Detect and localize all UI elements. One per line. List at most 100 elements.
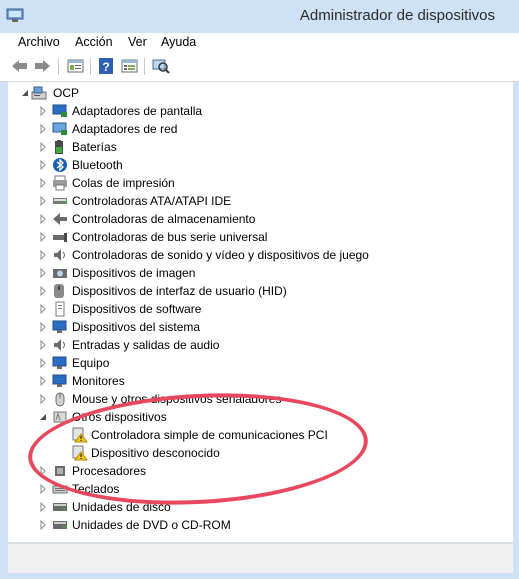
- tree-item-label: Unidades de DVD o CD-ROM: [72, 518, 231, 532]
- tree-child-item[interactable]: Dispositivo desconocido: [8, 444, 508, 462]
- audio-io-icon: [52, 337, 68, 353]
- title-bar[interactable]: Administrador de dispositivos: [0, 0, 519, 33]
- camera-icon: [52, 265, 68, 281]
- tree-item-label: Dispositivos del sistema: [72, 320, 201, 334]
- menu-bar: Archivo Acción Ver Ayuda: [0, 33, 519, 52]
- tree-item-label: Dispositivos de imagen: [72, 266, 196, 280]
- expand-arrow-icon[interactable]: [38, 174, 48, 192]
- tree-item[interactable]: Teclados: [8, 480, 508, 498]
- device-manager-app-icon: [6, 7, 24, 23]
- tree-item-label: Bluetooth: [72, 158, 123, 172]
- system-device-icon: [52, 319, 68, 335]
- expand-arrow-icon[interactable]: [38, 282, 48, 300]
- expand-arrow-icon[interactable]: [38, 228, 48, 246]
- expand-arrow-icon[interactable]: [38, 372, 48, 390]
- expand-arrow-icon[interactable]: [38, 120, 48, 138]
- expand-arrow-icon[interactable]: [38, 462, 48, 480]
- tree-root[interactable]: OCP: [8, 84, 508, 102]
- tree-item[interactable]: Controladoras de sonido y vídeo y dispos…: [8, 246, 508, 264]
- tree-item[interactable]: Controladoras de almacenamiento: [8, 210, 508, 228]
- collapse-arrow-icon[interactable]: [20, 84, 30, 102]
- menu-archivo[interactable]: Archivo: [18, 35, 60, 49]
- tree-item[interactable]: Dispositivos de software: [8, 300, 508, 318]
- tree-item[interactable]: Entradas y salidas de audio: [8, 336, 508, 354]
- tree-item-label: Controladoras de almacenamiento: [72, 212, 256, 226]
- tree-item[interactable]: Dispositivos del sistema: [8, 318, 508, 336]
- expand-arrow-icon[interactable]: [38, 156, 48, 174]
- monitor-icon: [52, 373, 68, 389]
- hid-icon: [52, 283, 68, 299]
- display-adapter-icon: [52, 103, 68, 119]
- tree-item-label: Otros dispositivos: [72, 410, 167, 424]
- expand-arrow-icon[interactable]: [38, 300, 48, 318]
- tree-item[interactable]: Adaptadores de pantalla: [8, 102, 508, 120]
- expand-arrow-icon[interactable]: [38, 264, 48, 282]
- tree-item[interactable]: Controladoras ATA/ATAPI IDE: [8, 192, 508, 210]
- tree-child-label: Dispositivo desconocido: [91, 446, 220, 460]
- expand-arrow-icon[interactable]: [38, 210, 48, 228]
- expand-arrow-icon[interactable]: [38, 336, 48, 354]
- expand-arrow-icon[interactable]: [38, 138, 48, 156]
- tree-item[interactable]: Dispositivos de interfaz de usuario (HID…: [8, 282, 508, 300]
- tree-item-label: Teclados: [72, 482, 120, 496]
- tree-item[interactable]: Baterías: [8, 138, 508, 156]
- tree-item[interactable]: Procesadores: [8, 462, 508, 480]
- expand-arrow-icon[interactable]: [38, 102, 48, 120]
- view-icon[interactable]: [120, 57, 139, 75]
- tree-item[interactable]: Unidades de disco: [8, 498, 508, 516]
- tree-item[interactable]: Adaptadores de red: [8, 120, 508, 138]
- software-device-icon: [52, 301, 68, 317]
- help-icon[interactable]: ?: [97, 57, 116, 75]
- expand-arrow-icon[interactable]: [38, 318, 48, 336]
- back-icon[interactable]: [10, 57, 29, 75]
- expand-arrow-icon[interactable]: [38, 480, 48, 498]
- forward-icon[interactable]: [33, 57, 52, 75]
- printer-icon: [52, 175, 68, 191]
- tree-item[interactable]: Colas de impresión: [8, 174, 508, 192]
- menu-accion[interactable]: Acción: [75, 35, 113, 49]
- collapse-arrow-icon[interactable]: [38, 408, 48, 426]
- mouse-icon: [52, 391, 68, 407]
- warning-device-icon: [72, 445, 88, 461]
- expand-arrow-icon[interactable]: [38, 192, 48, 210]
- tree-item-label: Colas de impresión: [72, 176, 175, 190]
- warning-device-icon: [72, 427, 88, 443]
- device-tree[interactable]: OCP Adaptadores de pantalla Adaptadores d…: [8, 82, 513, 542]
- expand-arrow-icon[interactable]: [38, 390, 48, 408]
- tree-child-label: Controladora simple de comunicaciones PC…: [91, 428, 328, 442]
- tree-item[interactable]: Monitores: [8, 372, 508, 390]
- tree-item[interactable]: Unidades de DVD o CD-ROM: [8, 516, 508, 534]
- toolbar: ?: [0, 52, 519, 82]
- bluetooth-icon: [52, 157, 68, 173]
- tree-root-label: OCP: [53, 86, 80, 100]
- expand-arrow-icon[interactable]: [38, 246, 48, 264]
- window-title: Administrador de dispositivos: [299, 7, 495, 24]
- disk-drive-icon: [52, 499, 68, 515]
- keyboard-icon: [52, 481, 68, 497]
- tree-item-label: Mouse y otros dispositivos señaladores: [72, 392, 282, 406]
- usb-icon: [52, 229, 68, 245]
- tree-item-label: Controladoras ATA/ATAPI IDE: [72, 194, 232, 208]
- tree-item[interactable]: Equipo: [8, 354, 508, 372]
- tree-item-label: Unidades de disco: [72, 500, 171, 514]
- tree-item[interactable]: Dispositivos de imagen: [8, 264, 508, 282]
- svg-text:?: ?: [102, 60, 109, 74]
- computer-icon: [52, 355, 68, 371]
- properties-icon[interactable]: [66, 57, 85, 75]
- tree-item[interactable]: Controladoras de bus serie universal: [8, 228, 508, 246]
- network-adapter-icon: [52, 121, 68, 137]
- expand-arrow-icon[interactable]: [38, 516, 48, 534]
- expand-arrow-icon[interactable]: [38, 354, 48, 372]
- tree-item[interactable]: Otros dispositivos: [8, 408, 508, 426]
- dvd-drive-icon: [52, 517, 68, 533]
- tree-child-item[interactable]: Controladora simple de comunicaciones PC…: [8, 426, 508, 444]
- computer-root-icon: [31, 85, 47, 101]
- menu-ayuda[interactable]: Ayuda: [161, 35, 196, 49]
- tree-item-label: Baterías: [72, 140, 117, 154]
- tree-item-label: Dispositivos de software: [72, 302, 202, 316]
- scan-hardware-icon[interactable]: [151, 57, 170, 75]
- tree-item[interactable]: Mouse y otros dispositivos señaladores: [8, 390, 508, 408]
- tree-item[interactable]: Bluetooth: [8, 156, 508, 174]
- menu-ver[interactable]: Ver: [128, 35, 147, 49]
- expand-arrow-icon[interactable]: [38, 498, 48, 516]
